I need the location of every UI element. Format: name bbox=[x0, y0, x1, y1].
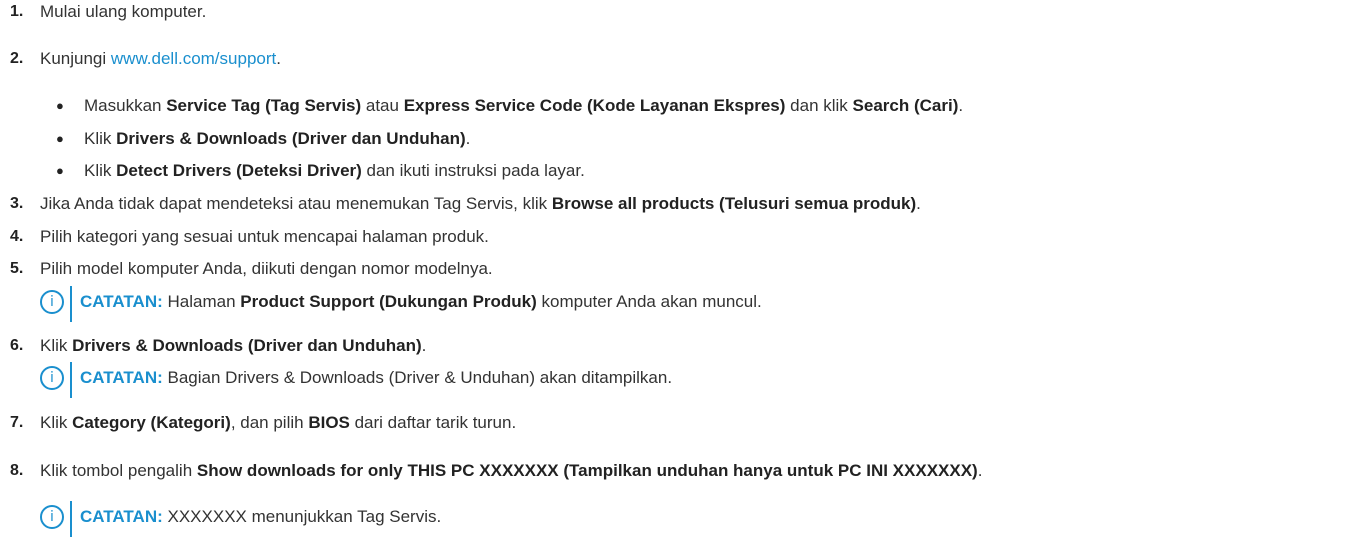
text-run: Pilih model komputer Anda, diikuti denga… bbox=[40, 259, 493, 278]
step-number: 3. bbox=[10, 195, 24, 212]
text-run: Jika Anda tidak dapat mendeteksi atau me… bbox=[40, 194, 552, 213]
bold-run: Express Service Code (Kode Layanan Ekspr… bbox=[403, 96, 786, 115]
text-run: . bbox=[916, 194, 921, 213]
step-text: Klik tombol pengalih Show downloads for … bbox=[40, 460, 982, 482]
text-run: . bbox=[276, 49, 281, 68]
step-number: 2. bbox=[10, 50, 24, 67]
bold-run: Category (Kategori) bbox=[72, 413, 231, 432]
text-run: dari daftar tarik turun. bbox=[349, 413, 517, 432]
text-run: Mulai ulang komputer. bbox=[40, 2, 207, 21]
step-number: 7. bbox=[10, 414, 24, 431]
text-run: . bbox=[421, 336, 427, 355]
text-run: dan klik bbox=[785, 96, 853, 115]
info-icon: i bbox=[40, 290, 64, 314]
text-run: . bbox=[958, 96, 964, 115]
support-link[interactable]: www.dell.com/support bbox=[111, 49, 276, 68]
step-number: 4. bbox=[10, 228, 24, 245]
text-run: , dan pilih bbox=[230, 413, 309, 432]
text-run: Kunjungi bbox=[40, 49, 111, 68]
bullet-text: Klik Detect Drivers (Deteksi Driver) dan… bbox=[84, 160, 585, 182]
step-number: 1. bbox=[10, 3, 24, 20]
bold-run: BIOS bbox=[308, 413, 350, 432]
bold-run: Search (Cari) bbox=[852, 96, 959, 115]
text-run: atau bbox=[361, 96, 404, 115]
text-run: komputer Anda akan muncul. bbox=[536, 292, 762, 311]
info-icon: i bbox=[40, 505, 64, 529]
text-run: XXXXXXX menunjukkan Tag Servis. bbox=[162, 507, 442, 526]
step-text: Kunjungi www.dell.com/support. bbox=[40, 48, 281, 70]
step-number: 6. bbox=[10, 337, 24, 354]
bold-run: Product Support (Dukungan Produk) bbox=[240, 292, 537, 311]
note-label: CATATAN: bbox=[80, 292, 163, 311]
bold-run: Drivers & Downloads (Driver dan Unduhan) bbox=[116, 129, 466, 148]
note-divider bbox=[70, 362, 72, 398]
note-text: CATATAN: Bagian Drivers & Downloads (Dri… bbox=[80, 367, 672, 389]
text-run: Klik bbox=[40, 336, 73, 355]
text-run: Halaman bbox=[162, 292, 241, 311]
text-run: . bbox=[465, 129, 471, 148]
bold-run: Detect Drivers (Deteksi Driver) bbox=[116, 161, 362, 180]
text-run: Klik tombol pengalih bbox=[40, 461, 197, 480]
note-divider bbox=[70, 286, 72, 322]
bullet-icon: ● bbox=[56, 131, 64, 146]
text-run: Klik bbox=[40, 413, 73, 432]
note-label: CATATAN: bbox=[80, 368, 163, 387]
note-label: CATATAN: bbox=[80, 507, 163, 526]
text-run: Pilih kategori yang sesuai untuk mencapa… bbox=[40, 227, 489, 246]
note-divider bbox=[70, 501, 72, 537]
bullet-icon: ● bbox=[56, 163, 64, 178]
step-text: Jika Anda tidak dapat mendeteksi atau me… bbox=[40, 193, 921, 215]
text-run: Bagian Drivers & Downloads (Driver & Und… bbox=[162, 368, 673, 387]
bold-run: Drivers & Downloads (Driver dan Unduhan) bbox=[72, 336, 422, 355]
step-text: Klik Drivers & Downloads (Driver dan Und… bbox=[40, 335, 426, 357]
bold-run: Show downloads for only THIS PC XXXXXXX … bbox=[196, 461, 978, 480]
bullet-text: Masukkan Service Tag (Tag Servis) atau E… bbox=[84, 95, 963, 117]
note-text: CATATAN: Halaman Product Support (Dukung… bbox=[80, 291, 762, 313]
note-text: CATATAN: XXXXXXX menunjukkan Tag Servis. bbox=[80, 506, 441, 528]
step-number: 5. bbox=[10, 260, 24, 277]
bold-run: Browse all products (Telusuri semua prod… bbox=[551, 194, 917, 213]
bold-run: Service Tag (Tag Servis) bbox=[166, 96, 362, 115]
step-text: Mulai ulang komputer. bbox=[40, 1, 206, 23]
text-run: Klik bbox=[84, 129, 117, 148]
text-run: Klik bbox=[84, 161, 117, 180]
step-text: Pilih model komputer Anda, diikuti denga… bbox=[40, 258, 493, 280]
text-run: . bbox=[977, 461, 983, 480]
info-icon: i bbox=[40, 366, 64, 390]
text-run: Masukkan bbox=[84, 96, 167, 115]
step-text: Pilih kategori yang sesuai untuk mencapa… bbox=[40, 226, 489, 248]
text-run: dan ikuti instruksi pada layar. bbox=[361, 161, 585, 180]
bullet-text: Klik Drivers & Downloads (Driver dan Und… bbox=[84, 128, 470, 150]
step-text: Klik Category (Kategori), dan pilih BIOS… bbox=[40, 412, 516, 434]
bullet-icon: ● bbox=[56, 98, 64, 113]
step-number: 8. bbox=[10, 462, 24, 479]
